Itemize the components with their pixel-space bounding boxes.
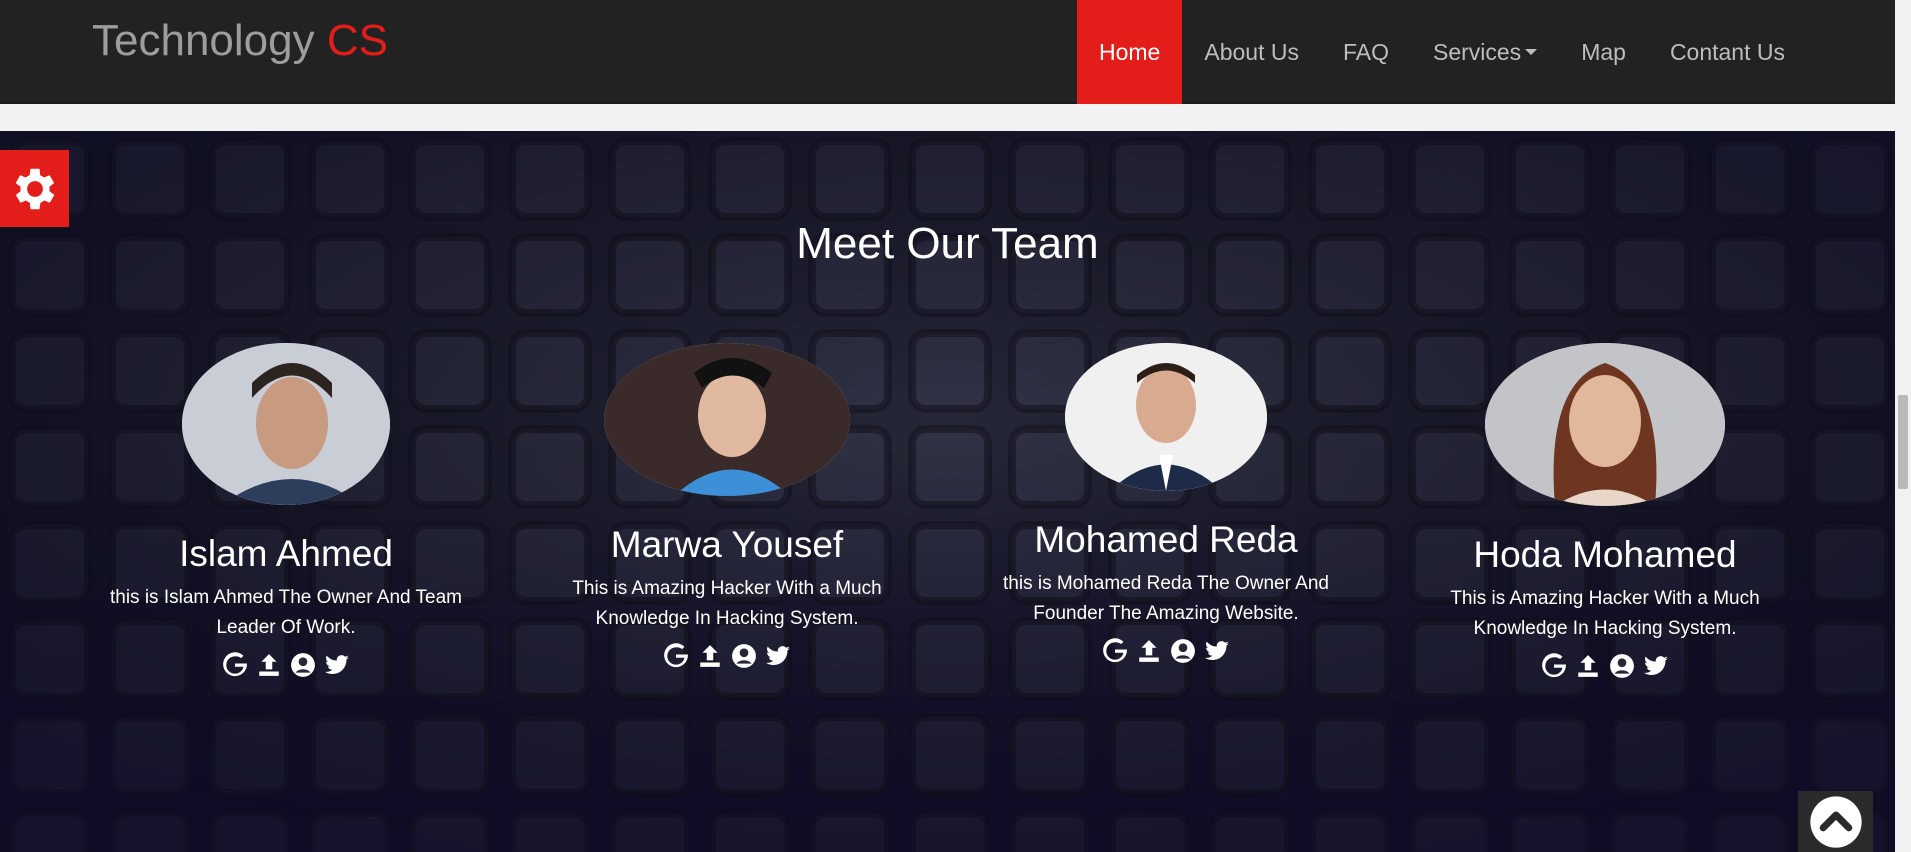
team-member-card: Mohamed Reda this is Mohamed Reda The Ow… [956, 343, 1376, 665]
team-member-card: Hoda Mohamed This is Amazing Hacker With… [1395, 343, 1815, 680]
gear-icon [15, 168, 54, 209]
scrollbar-thumb[interactable] [1898, 395, 1908, 489]
user-circle-icon[interactable] [1169, 637, 1197, 665]
member-bio: This is Amazing Hacker With a Much Knowl… [1450, 588, 1760, 639]
twitter-icon[interactable] [323, 651, 351, 679]
member-bio: this is Islam Ahmed The Owner And Team L… [109, 587, 463, 638]
member-name: Hoda Mohamed [1473, 534, 1737, 575]
twitter-icon[interactable] [1642, 652, 1670, 680]
twitter-icon[interactable] [764, 642, 792, 670]
nav-item-faq[interactable]: FAQ [1321, 0, 1411, 104]
team-member-card: Marwa Yousef This is Amazing Hacker With… [517, 343, 937, 670]
settings-toggle-button[interactable] [0, 150, 69, 227]
brand-accent: CS [326, 16, 388, 65]
team-title: Meet Our Team [796, 219, 1099, 268]
member-name: Islam Ahmed [179, 533, 393, 574]
page-scrollbar[interactable] [1895, 0, 1911, 852]
nav-item-map[interactable]: Map [1559, 0, 1648, 104]
user-circle-icon[interactable] [730, 642, 758, 670]
member-photo [182, 343, 390, 505]
caret-down-icon [1525, 49, 1538, 55]
user-circle-icon[interactable] [1608, 652, 1636, 680]
user-circle-icon[interactable] [289, 651, 317, 679]
scroll-to-top-button[interactable] [1798, 791, 1873, 852]
member-bio: this is Mohamed Reda The Owner And Found… [1003, 573, 1329, 624]
google-icon[interactable] [662, 642, 690, 670]
google-icon[interactable] [1101, 637, 1129, 665]
upload-icon[interactable] [1135, 637, 1163, 665]
google-icon[interactable] [221, 651, 249, 679]
nav-item-contact-us[interactable]: Contant Us [1648, 0, 1807, 104]
member-photo [1485, 343, 1725, 506]
member-photo [1065, 343, 1267, 491]
member-social-links [956, 637, 1376, 665]
member-name: Marwa Yousef [610, 524, 844, 565]
upload-icon[interactable] [696, 642, 724, 670]
member-bio: This is Amazing Hacker With a Much Knowl… [572, 578, 882, 629]
chevron-up-icon [1809, 795, 1862, 848]
upload-icon[interactable] [1574, 652, 1602, 680]
team-member-card: Islam Ahmed this is Islam Ahmed The Owne… [76, 343, 496, 679]
member-name: Mohamed Reda [1034, 519, 1298, 560]
twitter-icon[interactable] [1203, 637, 1231, 665]
google-icon[interactable] [1540, 652, 1568, 680]
main-nav: Home About Us FAQ Services Map Contant U… [1077, 0, 1807, 104]
member-social-links [76, 651, 496, 679]
member-social-links [517, 642, 937, 670]
navbar: Technology CS Home About Us FAQ Services… [0, 0, 1895, 104]
team-section: Meet Our Team Islam Ahmed this is Islam … [0, 131, 1895, 852]
nav-item-home[interactable]: Home [1077, 0, 1183, 104]
brand-name: Technology [92, 16, 315, 65]
member-photo [604, 343, 850, 496]
brand-logo[interactable]: Technology CS [92, 16, 388, 66]
upload-icon[interactable] [255, 651, 283, 679]
nav-item-about-us[interactable]: About Us [1182, 0, 1321, 104]
nav-item-services[interactable]: Services [1411, 0, 1559, 104]
member-social-links [1395, 652, 1815, 680]
